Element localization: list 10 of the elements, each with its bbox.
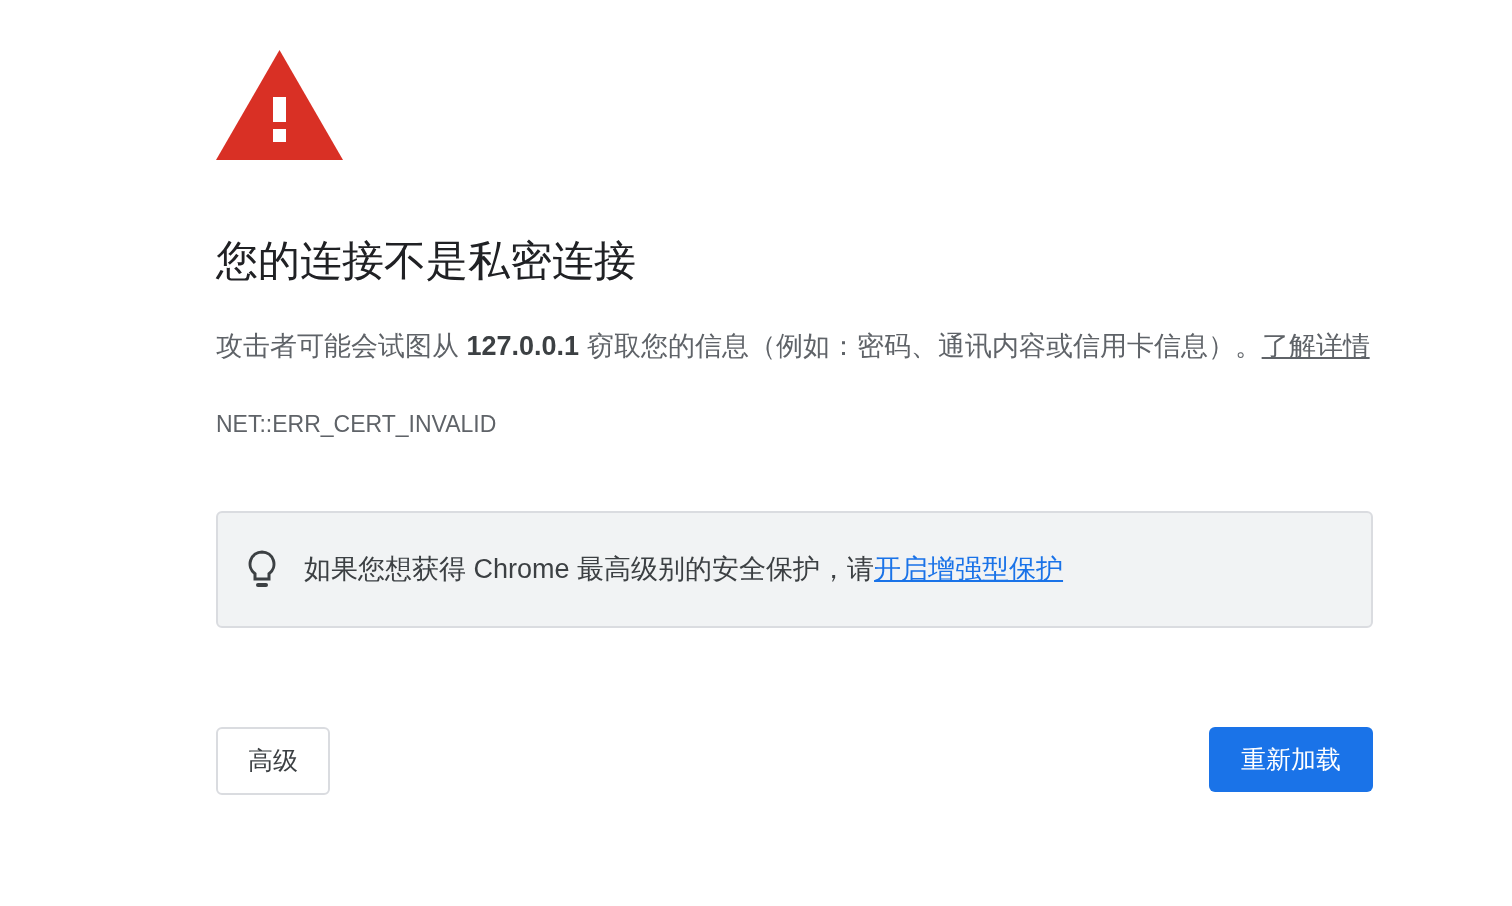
lightbulb-icon [248, 549, 276, 590]
reload-button[interactable]: 重新加载 [1209, 727, 1373, 793]
page-title: 您的连接不是私密连接 [216, 236, 637, 286]
description-text: 攻击者可能会试图从 127.0.0.1 窃取您的信息（例如：密码、通讯内容或信用卡信息）。了解详情 [216, 329, 1371, 363]
advanced-button[interactable]: 高级 [216, 727, 330, 796]
error-code: NET::ERR_CERT_INVALID [216, 409, 498, 439]
warning-icon [216, 50, 343, 160]
tip-text: 如果您想获得 Chrome 最高级别的安全保护，请开启增强型保护 [304, 553, 1064, 587]
enhanced-protection-link[interactable]: 开启增强型保护 [874, 554, 1064, 585]
learn-more-link[interactable]: 了解详情 [1261, 330, 1370, 361]
